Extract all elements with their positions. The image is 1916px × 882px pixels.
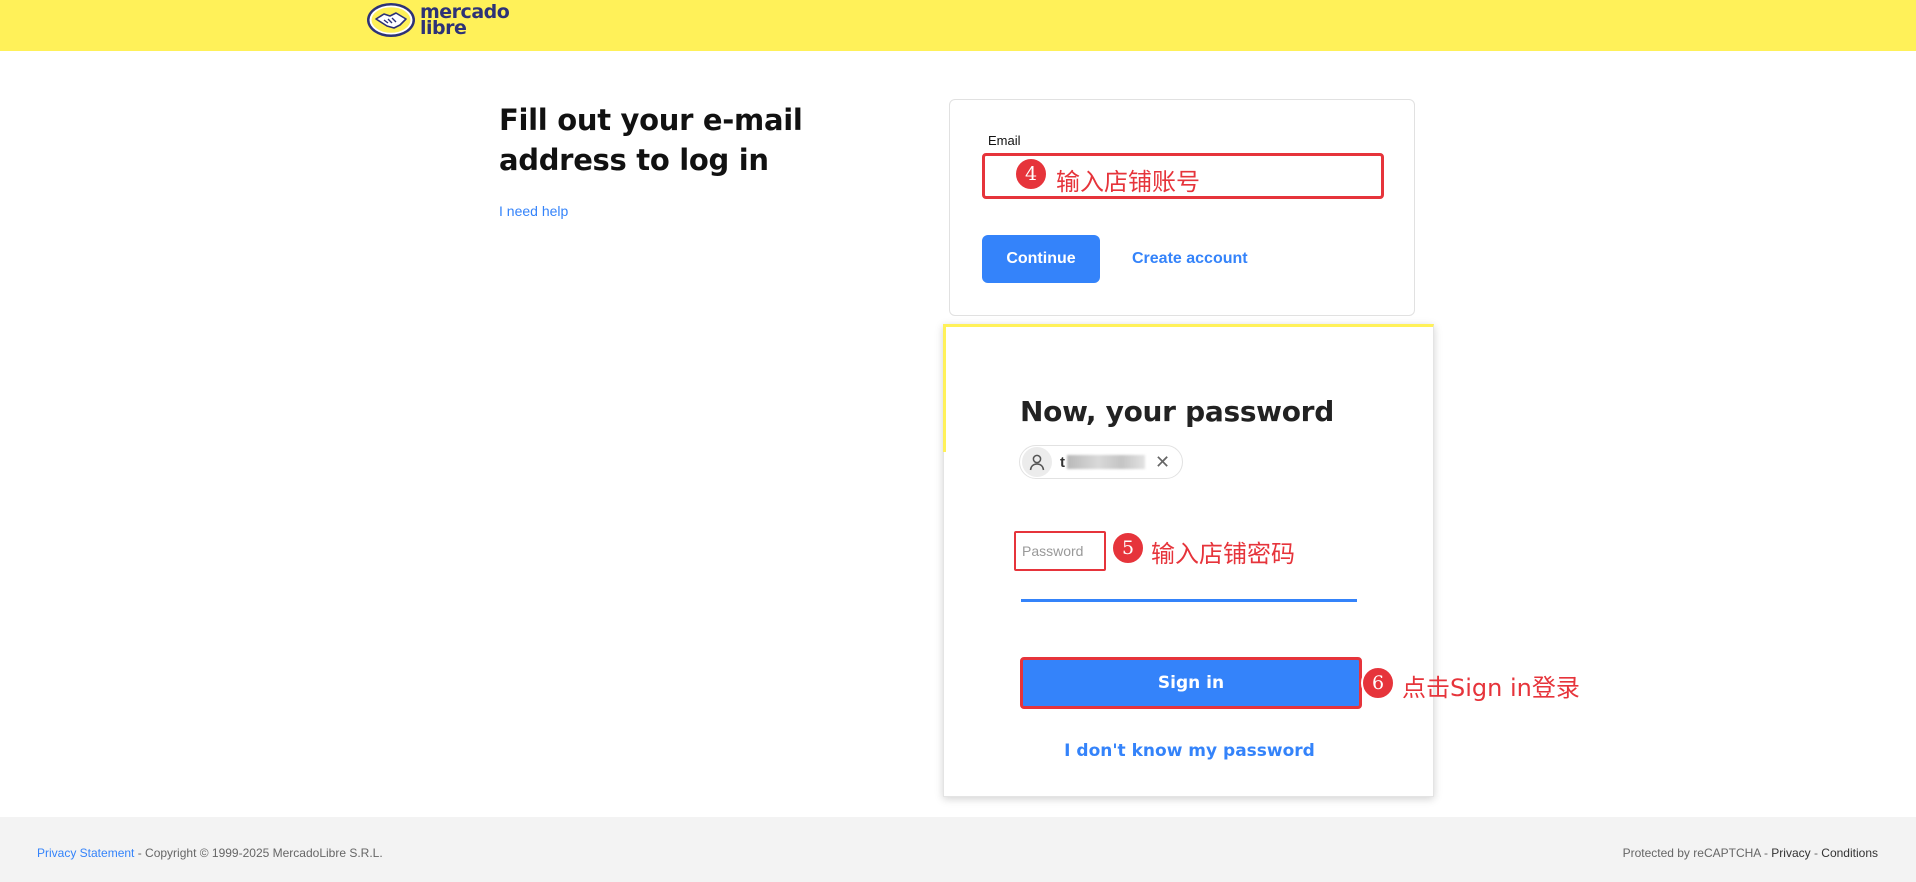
recaptcha-text: Protected by reCAPTCHA - — [1622, 846, 1772, 860]
site-header: mercado libre — [0, 0, 1916, 51]
handshake-logo-icon — [366, 2, 416, 38]
privacy-link[interactable]: Privacy — [1771, 846, 1810, 860]
password-step-panel: Now, your password t ✕ 5 输入店铺密码 Sign in … — [943, 324, 1434, 797]
close-icon[interactable]: ✕ — [1155, 452, 1170, 473]
site-footer: Privacy Statement - Copyright © 1999-202… — [0, 817, 1916, 882]
annotation-step-5-badge: 5 — [1111, 531, 1145, 565]
continue-button[interactable]: Continue — [982, 235, 1100, 283]
annotation-step-4-badge: 4 — [1014, 157, 1048, 191]
forgot-password-link[interactable]: I don't know my password — [944, 741, 1435, 761]
conditions-link[interactable]: Conditions — [1821, 846, 1878, 860]
mercadolibre-logo[interactable]: mercado libre — [366, 2, 510, 39]
privacy-statement-link[interactable]: Privacy Statement — [37, 846, 134, 860]
annotation-step-4-text: 输入店铺账号 — [1056, 168, 1200, 196]
annotation-step-6-badge: 6 — [1361, 666, 1395, 700]
redacted-username — [1067, 455, 1145, 469]
copyright-text: - Copyright © 1999-2025 MercadoLibre S.R… — [134, 846, 383, 860]
logo-wordmark: mercado libre — [420, 3, 510, 39]
footer-left: Privacy Statement - Copyright © 1999-202… — [37, 846, 383, 860]
footer-right: Protected by reCAPTCHA - Privacy - Condi… — [1623, 846, 1878, 860]
user-chip: t ✕ — [1019, 445, 1183, 479]
sign-in-button[interactable]: Sign in — [1020, 657, 1362, 709]
page-title: Fill out your e-mail address to log in — [499, 103, 803, 177]
email-login-card: Email 4 输入店铺账号 Continue Create account — [949, 99, 1415, 316]
password-title: Now, your password — [1020, 395, 1334, 428]
footer-separator: - — [1810, 846, 1822, 860]
password-field-wrapper — [1014, 531, 1106, 571]
annotation-step-6-text: 点击Sign in登录 — [1402, 674, 1580, 702]
user-name: t — [1060, 453, 1065, 471]
annotation-step-5-text: 输入店铺密码 — [1151, 540, 1295, 568]
logo-line-2: libre — [420, 17, 467, 39]
need-help-link[interactable]: I need help — [499, 203, 568, 219]
password-input[interactable] — [1016, 533, 1104, 569]
email-label: Email — [988, 133, 1021, 148]
user-avatar-icon — [1022, 447, 1052, 477]
password-underline — [1021, 599, 1357, 602]
create-account-link[interactable]: Create account — [1132, 250, 1248, 268]
